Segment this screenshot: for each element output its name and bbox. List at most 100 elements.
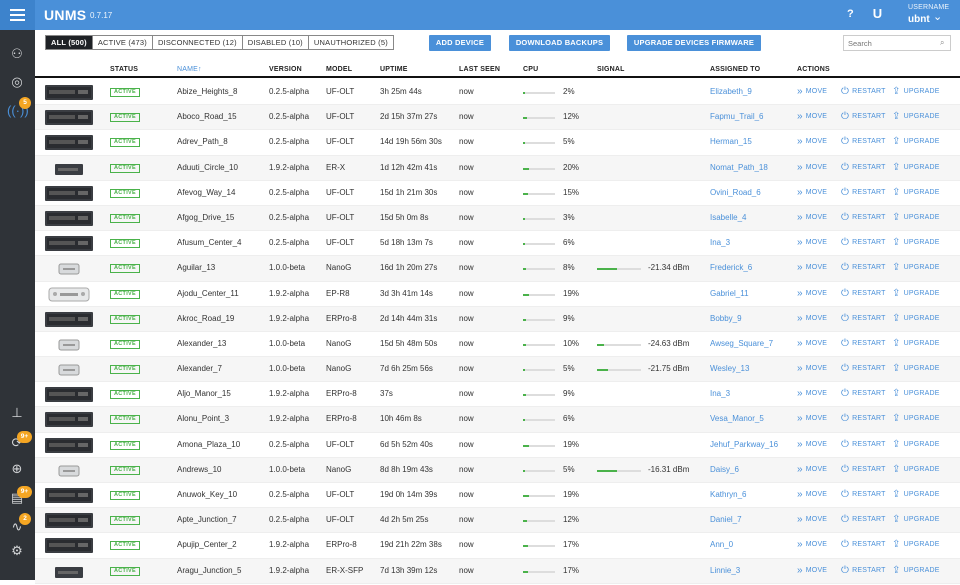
settings-icon[interactable]: ⚙ bbox=[7, 542, 27, 560]
move-button[interactable]: » MOVE bbox=[797, 313, 827, 324]
assigned-to-link[interactable]: Nomat_Path_18 bbox=[710, 163, 768, 172]
move-button[interactable]: » MOVE bbox=[797, 565, 827, 576]
move-button[interactable]: » MOVE bbox=[797, 237, 827, 248]
restart-button[interactable]: ⏻ RESTART bbox=[841, 313, 886, 324]
restart-button[interactable]: ⏻ RESTART bbox=[841, 187, 886, 198]
search-input[interactable] bbox=[843, 35, 951, 51]
table-row[interactable]: ACTIVE Afevog_Way_14 0.2.5-alpha UF-OLT … bbox=[35, 181, 960, 206]
upgrade-button[interactable]: ⇪ UPGRADE bbox=[892, 439, 940, 450]
menu-icon[interactable] bbox=[0, 0, 35, 30]
col-status[interactable]: STATUS bbox=[110, 66, 138, 73]
device-name[interactable]: Afusum_Center_4 bbox=[177, 238, 241, 247]
device-name[interactable]: Aduuti_Circle_10 bbox=[177, 163, 238, 172]
restart-button[interactable]: ⏻ RESTART bbox=[841, 489, 886, 500]
app-logo[interactable]: UNMS bbox=[44, 7, 86, 23]
assigned-to-link[interactable]: Awseg_Square_7 bbox=[710, 339, 773, 348]
filter-disconnected[interactable]: DISCONNECTED (12) bbox=[151, 36, 242, 49]
filter-disabled[interactable]: DISABLED (10) bbox=[241, 36, 308, 49]
device-name[interactable]: Adrev_Path_8 bbox=[177, 137, 228, 146]
col-version[interactable]: VERSION bbox=[269, 66, 302, 73]
table-row[interactable]: ACTIVE Alonu_Point_3 1.9.2-alpha ERPro-8… bbox=[35, 407, 960, 433]
download-backups-button[interactable]: DOWNLOAD BACKUPS bbox=[509, 35, 610, 51]
move-button[interactable]: » MOVE bbox=[797, 86, 827, 97]
upgrade-button[interactable]: ⇪ UPGRADE bbox=[892, 413, 940, 424]
upgrade-button[interactable]: ⇪ UPGRADE bbox=[892, 288, 940, 299]
col-last-seen[interactable]: LAST SEEN bbox=[459, 66, 500, 73]
device-name[interactable]: Afgog_Drive_15 bbox=[177, 213, 234, 222]
assigned-to-link[interactable]: Daisy_6 bbox=[710, 465, 739, 474]
move-button[interactable]: » MOVE bbox=[797, 187, 827, 198]
restart-button[interactable]: ⏻ RESTART bbox=[841, 363, 886, 374]
chevron-down-icon[interactable]: ⌄ bbox=[933, 10, 942, 23]
device-name[interactable]: Alexander_13 bbox=[177, 339, 226, 348]
device-name[interactable]: Anuwok_Key_10 bbox=[177, 490, 237, 499]
device-name[interactable]: Aljo_Manor_15 bbox=[177, 389, 231, 398]
upgrade-button[interactable]: ⇪ UPGRADE bbox=[892, 539, 940, 550]
table-row[interactable]: ACTIVE Alexander_13 1.0.0-beta NanoG 15d… bbox=[35, 332, 960, 358]
move-button[interactable]: » MOVE bbox=[797, 489, 827, 500]
table-row[interactable]: ACTIVE Aguilar_13 1.0.0-beta NanoG 16d 1… bbox=[35, 256, 960, 282]
filter-active[interactable]: ACTIVE (473) bbox=[91, 36, 152, 49]
table-row[interactable]: ACTIVE Akroc_Road_19 1.9.2-alpha ERPro-8… bbox=[35, 306, 960, 332]
filter-all[interactable]: ALL (500) bbox=[46, 36, 92, 49]
username[interactable]: ubnt bbox=[908, 14, 930, 25]
upgrade-button[interactable]: ⇪ UPGRADE bbox=[892, 565, 940, 576]
upgrade-button[interactable]: ⇪ UPGRADE bbox=[892, 212, 940, 223]
upgrade-button[interactable]: ⇪ UPGRADE bbox=[892, 338, 940, 349]
device-name[interactable]: Akroc_Road_19 bbox=[177, 314, 234, 323]
assigned-to-link[interactable]: Ina_3 bbox=[710, 389, 730, 398]
move-button[interactable]: » MOVE bbox=[797, 338, 827, 349]
assigned-to-link[interactable]: Herman_15 bbox=[710, 137, 752, 146]
device-name[interactable]: Ajodu_Center_11 bbox=[177, 289, 239, 298]
restart-button[interactable]: ⏻ RESTART bbox=[841, 539, 886, 550]
restart-button[interactable]: ⏻ RESTART bbox=[841, 237, 886, 248]
move-button[interactable]: » MOVE bbox=[797, 262, 827, 273]
restart-button[interactable]: ⏻ RESTART bbox=[841, 136, 886, 147]
table-row[interactable]: ACTIVE Apte_Junction_7 0.2.5-alpha UF-OL… bbox=[35, 508, 960, 534]
upgrade-firmware-button[interactable]: UPGRADE DEVICES FIRMWARE bbox=[627, 35, 761, 51]
upgrade-button[interactable]: ⇪ UPGRADE bbox=[892, 464, 940, 475]
upgrade-button[interactable]: ⇪ UPGRADE bbox=[892, 313, 940, 324]
device-name[interactable]: Afevog_Way_14 bbox=[177, 188, 235, 197]
upgrade-button[interactable]: ⇪ UPGRADE bbox=[892, 262, 940, 273]
assigned-to-link[interactable]: Gabriel_11 bbox=[710, 289, 749, 298]
device-name[interactable]: Aguilar_13 bbox=[177, 263, 215, 272]
move-button[interactable]: » MOVE bbox=[797, 539, 827, 550]
assigned-to-link[interactable]: Frederick_6 bbox=[710, 263, 752, 272]
restart-button[interactable]: ⏻ RESTART bbox=[841, 388, 886, 399]
assigned-to-link[interactable]: Fapmu_Trail_6 bbox=[710, 112, 764, 121]
device-name[interactable]: Apte_Junction_7 bbox=[177, 515, 237, 524]
col-assigned-to[interactable]: ASSIGNED TO bbox=[710, 66, 760, 73]
discovery-icon[interactable]: ⊕ bbox=[7, 460, 27, 478]
table-row[interactable]: ACTIVE Andrews_10 1.0.0-beta NanoG 8d 8h… bbox=[35, 457, 960, 483]
table-row[interactable]: ACTIVE Afgog_Drive_15 0.2.5-alpha UF-OLT… bbox=[35, 205, 960, 232]
move-button[interactable]: » MOVE bbox=[797, 212, 827, 223]
restart-button[interactable]: ⏻ RESTART bbox=[841, 262, 886, 273]
upgrade-button[interactable]: ⇪ UPGRADE bbox=[892, 489, 940, 500]
col-uptime[interactable]: UPTIME bbox=[380, 66, 408, 73]
assigned-to-link[interactable]: Elizabeth_9 bbox=[710, 87, 752, 96]
table-row[interactable]: ACTIVE Anuwok_Key_10 0.2.5-alpha UF-OLT … bbox=[35, 483, 960, 509]
restart-button[interactable]: ⏻ RESTART bbox=[841, 439, 886, 450]
assigned-to-link[interactable]: Wesley_13 bbox=[710, 364, 749, 373]
restart-button[interactable]: ⏻ RESTART bbox=[841, 212, 886, 223]
table-row[interactable]: ACTIVE Amona_Plaza_10 0.2.5-alpha UF-OLT… bbox=[35, 433, 960, 458]
table-row[interactable]: ACTIVE Aljo_Manor_15 1.9.2-alpha ERPro-8… bbox=[35, 382, 960, 408]
upgrade-button[interactable]: ⇪ UPGRADE bbox=[892, 162, 940, 173]
restart-button[interactable]: ⏻ RESTART bbox=[841, 111, 886, 122]
restart-button[interactable]: ⏻ RESTART bbox=[841, 514, 886, 525]
move-button[interactable]: » MOVE bbox=[797, 464, 827, 475]
assigned-to-link[interactable]: Kathryn_6 bbox=[710, 490, 746, 499]
restart-button[interactable]: ⏻ RESTART bbox=[841, 86, 886, 97]
filter-unauthorized[interactable]: UNAUTHORIZED (5) bbox=[307, 36, 393, 49]
table-row[interactable]: ACTIVE Ajodu_Center_11 1.9.2-alpha EP-R8… bbox=[35, 282, 960, 307]
table-row[interactable]: ACTIVE Adrev_Path_8 0.2.5-alpha UF-OLT 1… bbox=[35, 130, 960, 156]
table-row[interactable]: ACTIVE Aduuti_Circle_10 1.9.2-alpha ER-X… bbox=[35, 155, 960, 181]
move-button[interactable]: » MOVE bbox=[797, 413, 827, 424]
upgrade-button[interactable]: ⇪ UPGRADE bbox=[892, 363, 940, 374]
device-name[interactable]: Alexander_7 bbox=[177, 364, 222, 373]
sitemap-icon[interactable]: ⚇ bbox=[7, 45, 27, 63]
move-button[interactable]: » MOVE bbox=[797, 111, 827, 122]
restart-button[interactable]: ⏻ RESTART bbox=[841, 413, 886, 424]
device-name[interactable]: Aragu_Junction_5 bbox=[177, 566, 242, 575]
